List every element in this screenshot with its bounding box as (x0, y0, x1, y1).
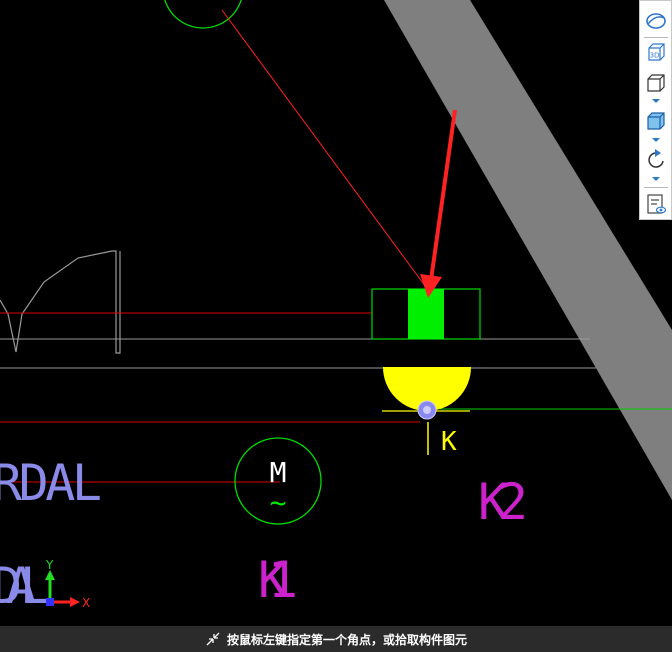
properties-view-icon[interactable] (644, 192, 668, 216)
view-toolbar: 3D (639, 0, 672, 220)
annotation-arrow-shaft (429, 109, 457, 281)
gray-diagonal-band (384, 0, 672, 500)
motor-symbol: ~ (270, 486, 287, 519)
node-marker-inner (423, 406, 431, 414)
chevron-down-icon[interactable] (650, 97, 662, 105)
ucs-y-label: Y (45, 558, 54, 572)
top-motor-circle (164, 0, 242, 29)
cube-shaded-icon[interactable] (644, 109, 668, 133)
status-bar: 按鼠标左键指定第一个角点，或拾取构件图元 (0, 626, 672, 652)
component-selected-fill[interactable] (408, 289, 444, 339)
label-k1: K1 (258, 551, 298, 609)
cad-canvas[interactable]: M ~ RDAL DAL K1 K2 K X Y (0, 0, 672, 626)
chevron-down-icon[interactable] (650, 136, 662, 144)
chevron-down-icon[interactable] (650, 175, 662, 183)
label-k2: K2 (478, 473, 528, 531)
svg-text:3D: 3D (650, 52, 660, 60)
label-k: K (441, 427, 457, 457)
ucs-x-label: X (82, 596, 90, 610)
status-prompt: 按鼠标左键指定第一个角点，或拾取构件图元 (226, 632, 467, 647)
ucs-x-arrow (70, 597, 80, 607)
rotate-icon[interactable] (644, 148, 668, 172)
select-corner-icon (206, 632, 220, 646)
motor-letter: M (270, 456, 287, 489)
red-leader-line (221, 9, 429, 291)
text-rdal-2: DAL (0, 557, 50, 615)
3d-view-icon[interactable]: 3D (644, 41, 668, 65)
cube-view-icon[interactable] (644, 71, 668, 95)
gray-outline-shape (0, 250, 121, 354)
ucs-origin (46, 598, 54, 606)
text-rdal-1: RDAL (0, 454, 102, 512)
toolbar-separator (644, 187, 668, 188)
toolbar-separator (644, 37, 668, 38)
orbit-icon[interactable] (644, 9, 668, 33)
